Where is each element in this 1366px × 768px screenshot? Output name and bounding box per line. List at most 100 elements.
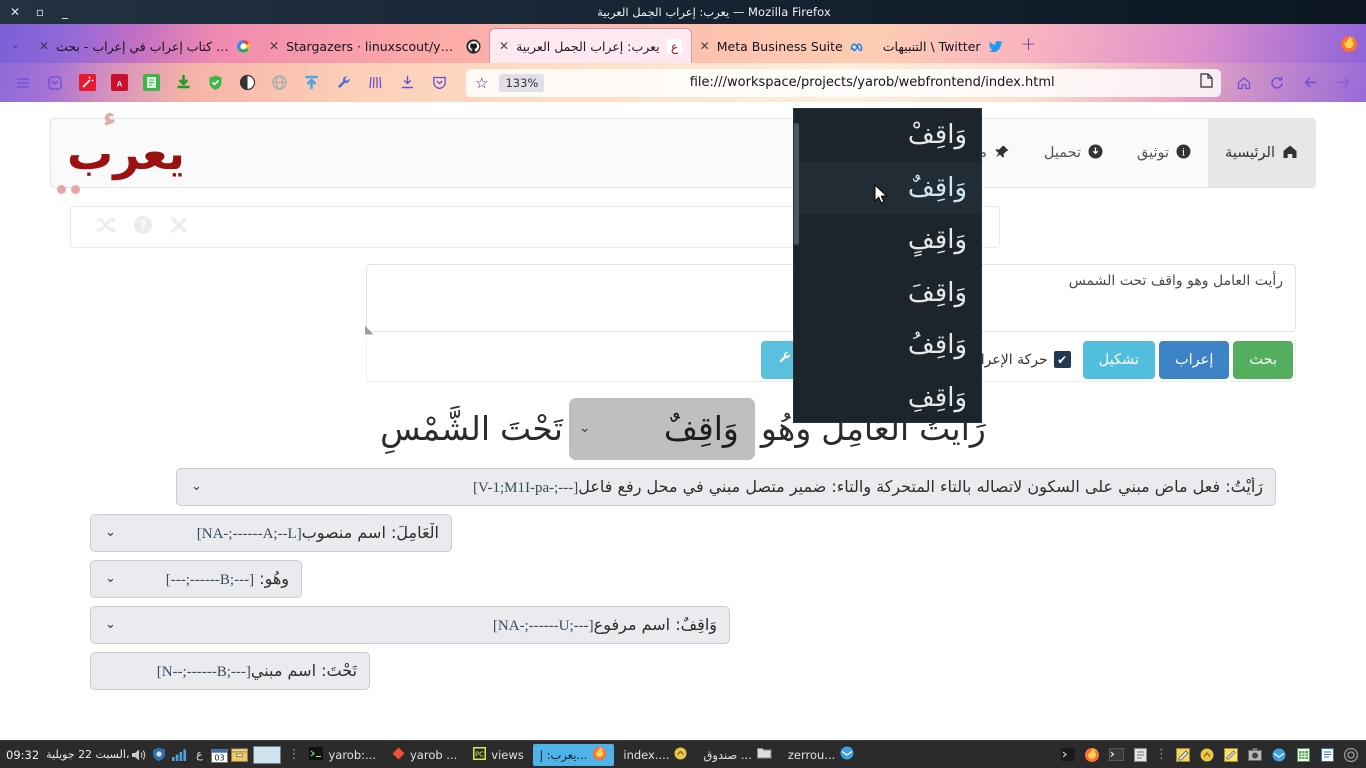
archive-icon[interactable] [229, 745, 249, 765]
help-question-icon[interactable]: ? [133, 215, 153, 239]
url-text[interactable]: file:///workspace/projects/yarob/webfron… [552, 75, 1192, 90]
files-icon[interactable] [1129, 744, 1151, 766]
library-icon[interactable] [362, 70, 388, 96]
analysis-row[interactable]: تَحْتَ: اسم مبني[---;N--;------B] [90, 651, 370, 690]
launcher-grip[interactable]: ⋮ [1153, 748, 1170, 761]
download-arrow-icon[interactable] [170, 70, 196, 96]
minimize-window-button[interactable]: _ [58, 5, 72, 19]
browser-tab[interactable]: التنبيهات \ Twitter [874, 29, 1012, 63]
taskbar-window[interactable]: صندوق ... [696, 744, 778, 766]
clock-area[interactable]: 09:32 السبت 22 جويلية، [0, 748, 129, 762]
magic-wand-icon[interactable] [74, 70, 100, 96]
recorder-icon[interactable] [1340, 744, 1362, 766]
taskbar-window[interactable]: yarob:... [302, 744, 383, 766]
gedit-icon[interactable] [1196, 744, 1218, 766]
maximize-window-button[interactable]: ▫ [33, 5, 47, 19]
analysis-row[interactable]: الْعَامِلَ: اسم منصوب[NA-;------A;--L] ⌄ [90, 513, 452, 552]
notes-icon[interactable] [1220, 744, 1242, 766]
dropdown-option[interactable]: وَاقِفٍ [794, 214, 981, 267]
zoom-level-badge[interactable]: 133% [499, 73, 545, 92]
chevron-down-icon[interactable]: ⌄ [105, 525, 116, 540]
irab-movement-checkbox-group[interactable]: ✔ حركة الإعراب [968, 351, 1071, 368]
chevron-down-icon[interactable]: ⌄ [105, 571, 116, 586]
dropdown-option[interactable]: وَاقِفُ [794, 319, 981, 372]
terminal-small-icon[interactable] [1057, 744, 1079, 766]
close-window-button[interactable]: ✕ [8, 5, 22, 19]
google-icon [236, 39, 251, 54]
wrench-icon[interactable] [330, 70, 356, 96]
site-logo[interactable]: ء يعرب [51, 103, 211, 194]
resize-grip-icon[interactable]: ◢ [365, 323, 377, 336]
firefox-icon[interactable] [1081, 744, 1103, 766]
terminal-icon[interactable] [1105, 744, 1127, 766]
adblocker-icon[interactable]: ᴀ [106, 70, 132, 96]
result-word[interactable]: الشَّمْسِ [376, 404, 494, 454]
back-icon[interactable] [1295, 68, 1325, 98]
spreadsheet-icon[interactable] [1292, 744, 1314, 766]
new-tab-button[interactable]: + [1012, 24, 1046, 63]
word-variant-dropdown-list[interactable]: وَاقِفْ وَاقِفٌ وَاقِفٍ وَاقِفَ وَاقِفُ … [793, 108, 982, 423]
list-all-tabs-icon[interactable]: ⌄ [0, 24, 30, 63]
nav-item-home[interactable]: الرئيسية [1208, 119, 1315, 187]
thunderbird-icon[interactable] [1268, 744, 1290, 766]
bookmark-star-icon[interactable]: ☆ [472, 74, 491, 92]
workspace-pager[interactable] [253, 745, 282, 764]
browser-tab[interactable]: ✕ Stargazers · linuxscout/yarob [260, 29, 490, 63]
dropdown-scrollbar[interactable] [794, 123, 799, 245]
taskbar-window[interactable]: index.... [616, 744, 694, 766]
pocket-shield-icon[interactable] [426, 70, 452, 96]
keyboard-layout-indicator[interactable]: ع [189, 745, 209, 765]
taskbar-window[interactable]: zerrou... [781, 744, 861, 766]
chevron-down-icon[interactable]: ⌄ [191, 479, 202, 494]
notes-icon[interactable] [138, 70, 164, 96]
url-bar[interactable]: ☆ 133% file:///workspace/projects/yarob/… [466, 68, 1221, 97]
volume-icon[interactable] [129, 745, 149, 765]
nav-item-documentation[interactable]: i توثيق [1120, 119, 1208, 187]
forward-icon[interactable] [1328, 68, 1358, 98]
irab-button[interactable]: إعراب [1158, 340, 1230, 379]
document-icon[interactable] [1316, 744, 1338, 766]
search-button[interactable]: بحث [1233, 340, 1293, 379]
downloads-icon[interactable] [394, 70, 420, 96]
tashkil-button[interactable]: تشكيل [1082, 340, 1155, 379]
browser-tab[interactable]: ✕ كتاب إعراب في إعراب - بحث Google [30, 29, 260, 63]
calendar-icon[interactable]: 03 [209, 745, 229, 765]
screenshot-icon[interactable] [1244, 744, 1266, 766]
taskbar-window-active[interactable]: يعرب: إ... [532, 743, 615, 766]
privacy-badger-icon[interactable] [234, 70, 260, 96]
taskbar-window[interactable]: yarob ... [385, 744, 464, 766]
close-tab-icon[interactable]: ✕ [700, 39, 710, 53]
dropdown-option-selected[interactable]: وَاقِفٌ [794, 161, 981, 214]
home-icon[interactable] [1229, 68, 1259, 98]
upload-blue-icon[interactable] [298, 70, 324, 96]
shield-green-icon[interactable] [202, 70, 228, 96]
shield-icon[interactable] [149, 745, 169, 765]
chevron-down-icon[interactable]: ⌄ [105, 617, 116, 632]
globe-icon[interactable] [266, 70, 292, 96]
reader-mode-icon[interactable] [1200, 73, 1213, 92]
dropdown-option[interactable]: وَاقِفَ [794, 267, 981, 320]
reload-icon[interactable] [1262, 68, 1292, 98]
dropdown-option[interactable]: وَاقِفْ [794, 109, 981, 162]
hamburger-menu-icon[interactable] [10, 70, 36, 96]
result-word[interactable]: تَحْتَ [496, 404, 567, 454]
dropdown-option[interactable]: وَاقِفِ [794, 372, 981, 423]
browser-tab-active[interactable]: ✕ يعرب: إعراب الجمل العربية ع [490, 29, 691, 63]
close-tab-icon[interactable]: ✕ [499, 39, 509, 53]
browser-tab[interactable]: ✕ Meta Business Suite [691, 29, 874, 63]
clear-x-icon[interactable] [169, 215, 189, 239]
text-editor-icon[interactable] [1172, 744, 1194, 766]
close-tab-icon[interactable]: ✕ [269, 39, 279, 53]
taskbar-window[interactable]: PC views [466, 744, 530, 766]
shuffle-icon[interactable] [95, 216, 117, 238]
irab-movement-checkbox[interactable]: ✔ [1053, 351, 1071, 368]
analysis-row[interactable]: وَاقِفٌ: اسم مرفوع[---;NA-;------U] ⌄ [90, 605, 730, 644]
analysis-row[interactable]: رَأَيْتُ: فعل ماض مبني على السكون لاتصال… [176, 467, 1276, 506]
analysis-row[interactable]: وهُو: [---;B------;---] ⌄ [90, 559, 302, 598]
nav-item-download[interactable]: تحميل [1027, 119, 1120, 187]
taskbar-grip[interactable]: ⋮ [285, 748, 302, 761]
close-tab-icon[interactable]: ✕ [39, 39, 49, 53]
pocket-icon[interactable] [42, 70, 68, 96]
network-signal-icon[interactable] [169, 745, 189, 765]
word-variant-dropdown[interactable]: وَاقِفٌ ⌄ [568, 398, 755, 460]
